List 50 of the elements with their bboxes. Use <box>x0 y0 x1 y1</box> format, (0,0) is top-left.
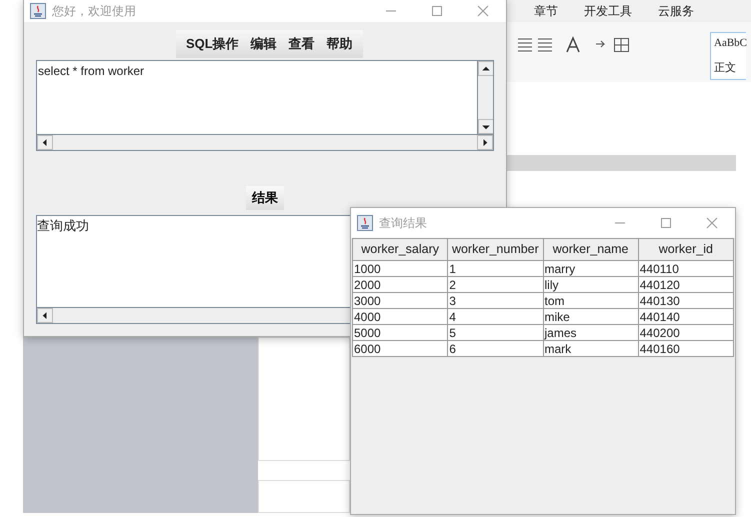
table-cell: 440120 <box>638 276 734 292</box>
table-cell: mike <box>543 308 638 324</box>
column-header[interactable]: worker_number <box>448 238 543 260</box>
table-cell: tom <box>543 292 638 308</box>
table-cell: 2000 <box>352 276 448 292</box>
table-cell: 3000 <box>352 292 448 308</box>
query-text-area[interactable]: select * from worker <box>36 60 494 151</box>
style-sample[interactable]: AaBbC <box>714 35 746 52</box>
column-header[interactable]: worker_salary <box>352 238 448 260</box>
table-cell: 440160 <box>638 340 734 356</box>
scroll-right-button[interactable] <box>477 135 493 150</box>
table-cell: 2 <box>448 276 543 292</box>
message-text-area[interactable]: 查询成功 <box>36 215 351 324</box>
menu-item[interactable]: 帮助 <box>320 32 359 56</box>
table-cell: 5000 <box>352 324 448 340</box>
table-cell: lily <box>543 276 638 292</box>
scroll-left-button[interactable] <box>37 308 53 323</box>
table-cell: 440110 <box>638 260 734 276</box>
column-header[interactable]: worker_id <box>638 238 734 260</box>
table-cell: mark <box>543 340 638 356</box>
query-text: select * from worker <box>37 63 146 80</box>
table-cell: 1000 <box>352 260 448 276</box>
window-title: 您好，欢迎使用 <box>52 3 136 20</box>
table-cell: 3 <box>448 292 543 308</box>
app-icon <box>357 215 373 231</box>
menu-item[interactable]: 查看 <box>282 32 321 56</box>
scroll-down-button[interactable] <box>478 119 493 134</box>
window-title: 查询结果 <box>379 215 427 232</box>
menu-item[interactable]: 编辑 <box>244 32 283 56</box>
table-cell: 6 <box>448 340 543 356</box>
table-cell: 440200 <box>638 324 734 340</box>
menu-item[interactable]: 章节 <box>534 2 558 20</box>
column-header[interactable]: worker_name <box>543 238 638 260</box>
menu-item[interactable]: SQL操作 <box>180 32 245 56</box>
table-cell: 1 <box>448 260 543 276</box>
table-cell: marry <box>543 260 638 276</box>
table-cell: 440130 <box>638 292 734 308</box>
table-cell: 5 <box>448 324 543 340</box>
result-button[interactable]: 结果 <box>246 186 284 210</box>
table-cell: 4000 <box>352 308 448 324</box>
menu-item[interactable]: 开发工具 <box>584 2 632 20</box>
table-cell: 440140 <box>638 308 734 324</box>
table-cell: 4 <box>448 308 543 324</box>
table-cell: 6000 <box>352 340 448 356</box>
menu-item[interactable]: 云服务 <box>658 2 694 20</box>
message-text: 查询成功 <box>37 218 89 233</box>
table-cell: james <box>543 324 638 340</box>
scroll-up-button[interactable] <box>478 61 493 76</box>
app-icon <box>30 3 46 19</box>
scroll-left-button[interactable] <box>37 135 53 150</box>
